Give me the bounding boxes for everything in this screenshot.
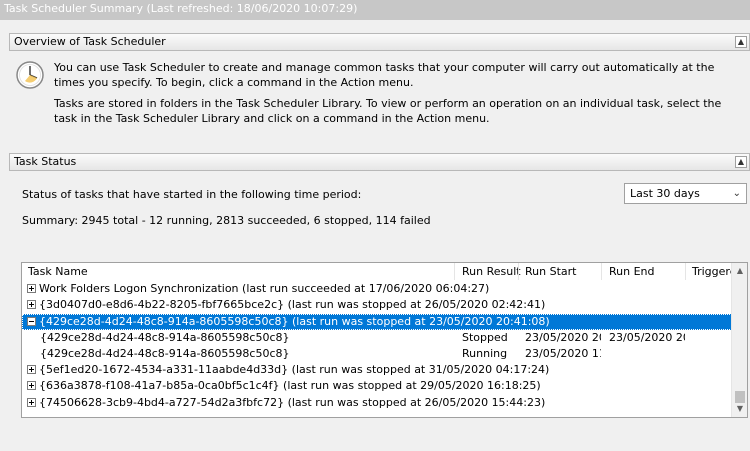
- task-status-grid[interactable]: Task Name Run Result Run Start Run End T…: [21, 262, 748, 418]
- task-status-section-header[interactable]: Task Status ▲: [9, 153, 750, 171]
- task-name: {3d0407d0-e8d6-4b22-8205-fbf7665bce2c} (…: [39, 298, 546, 311]
- run-start: 23/05/2020 20:...: [525, 331, 601, 344]
- overview-section-header[interactable]: Overview of Task Scheduler ▲: [9, 33, 750, 51]
- column-header-task-name[interactable]: Task Name: [28, 265, 88, 278]
- task-instance-row[interactable]: {429ce28d-4d24-48c8-914a-8605598c50c8} R…: [22, 346, 732, 362]
- task-group-row[interactable]: {3d0407d0-e8d6-4b22-8205-fbf7665bce2c} (…: [22, 297, 732, 313]
- expand-icon[interactable]: [27, 398, 36, 407]
- collapse-task-status-button[interactable]: ▲: [735, 156, 747, 168]
- task-name: {429ce28d-4d24-48c8-914a-8605598c50c8} (…: [39, 315, 550, 328]
- clock-icon: [16, 61, 44, 89]
- overview-paragraph-1: You can use Task Scheduler to create and…: [54, 61, 715, 89]
- time-period-value: Last 30 days: [630, 187, 700, 200]
- column-divider[interactable]: [601, 263, 602, 280]
- task-name: {636a3878-f108-41a7-b85a-0ca0bf5c1c4f} (…: [39, 379, 541, 392]
- column-header-run-end[interactable]: Run End: [609, 265, 655, 278]
- task-name: {5ef1ed20-1672-4534-a331-11aabde4d33d} (…: [39, 363, 550, 376]
- scroll-up-icon[interactable]: ▲: [732, 263, 747, 279]
- expand-icon[interactable]: [27, 381, 36, 390]
- run-result: Running: [462, 347, 508, 360]
- time-period-label: Status of tasks that have started in the…: [22, 188, 362, 201]
- run-end: 23/05/2020 20:...: [609, 331, 685, 344]
- time-period-dropdown[interactable]: Last 30 days ⌄: [624, 183, 747, 204]
- task-group-row[interactable]: Work Folders Logon Synchronization (last…: [22, 281, 732, 297]
- vertical-scrollbar[interactable]: ▲ ▼: [731, 263, 747, 417]
- scroll-down-icon[interactable]: ▼: [732, 401, 747, 417]
- collapse-overview-button[interactable]: ▲: [735, 36, 747, 48]
- task-name: {429ce28d-4d24-48c8-914a-8605598c50c8}: [40, 331, 290, 344]
- column-divider[interactable]: [454, 263, 455, 280]
- run-result: Stopped: [462, 331, 508, 344]
- overview-paragraph-2: Tasks are stored in folders in the Task …: [54, 97, 722, 125]
- task-group-row[interactable]: {74506628-3cb9-4bd4-a727-54d2a3fbfc72} (…: [22, 395, 732, 411]
- column-header-run-start[interactable]: Run Start: [525, 265, 576, 278]
- chevron-down-icon: ⌄: [732, 188, 741, 199]
- task-status-header-label: Task Status: [14, 155, 77, 168]
- task-group-row[interactable]: {636a3878-f108-41a7-b85a-0ca0bf5c1c4f} (…: [22, 378, 732, 394]
- overview-header-label: Overview of Task Scheduler: [14, 35, 166, 48]
- run-start: 23/05/2020 11:...: [525, 347, 601, 360]
- task-group-row[interactable]: {5ef1ed20-1672-4534-a331-11aabde4d33d} (…: [22, 362, 732, 378]
- expand-icon[interactable]: [27, 365, 36, 374]
- column-divider[interactable]: [685, 263, 686, 280]
- collapse-icon[interactable]: [27, 317, 36, 326]
- column-divider[interactable]: [518, 263, 519, 280]
- task-instance-row[interactable]: {429ce28d-4d24-48c8-914a-8605598c50c8} S…: [22, 330, 732, 346]
- window-title: Task Scheduler Summary (Last refreshed: …: [0, 0, 750, 20]
- task-name: {429ce28d-4d24-48c8-914a-8605598c50c8}: [40, 347, 290, 360]
- task-name: Work Folders Logon Synchronization (last…: [39, 282, 490, 295]
- grid-header: Task Name Run Result Run Start Run End T…: [22, 263, 743, 280]
- task-name: {74506628-3cb9-4bd4-a727-54d2a3fbfc72} (…: [39, 396, 546, 409]
- expand-icon[interactable]: [27, 284, 36, 293]
- column-header-run-result[interactable]: Run Result: [462, 265, 521, 278]
- task-group-row-selected[interactable]: {429ce28d-4d24-48c8-914a-8605598c50c8} (…: [22, 314, 732, 330]
- expand-icon[interactable]: [27, 300, 36, 309]
- task-summary: Summary: 2945 total - 12 running, 2813 s…: [22, 214, 431, 227]
